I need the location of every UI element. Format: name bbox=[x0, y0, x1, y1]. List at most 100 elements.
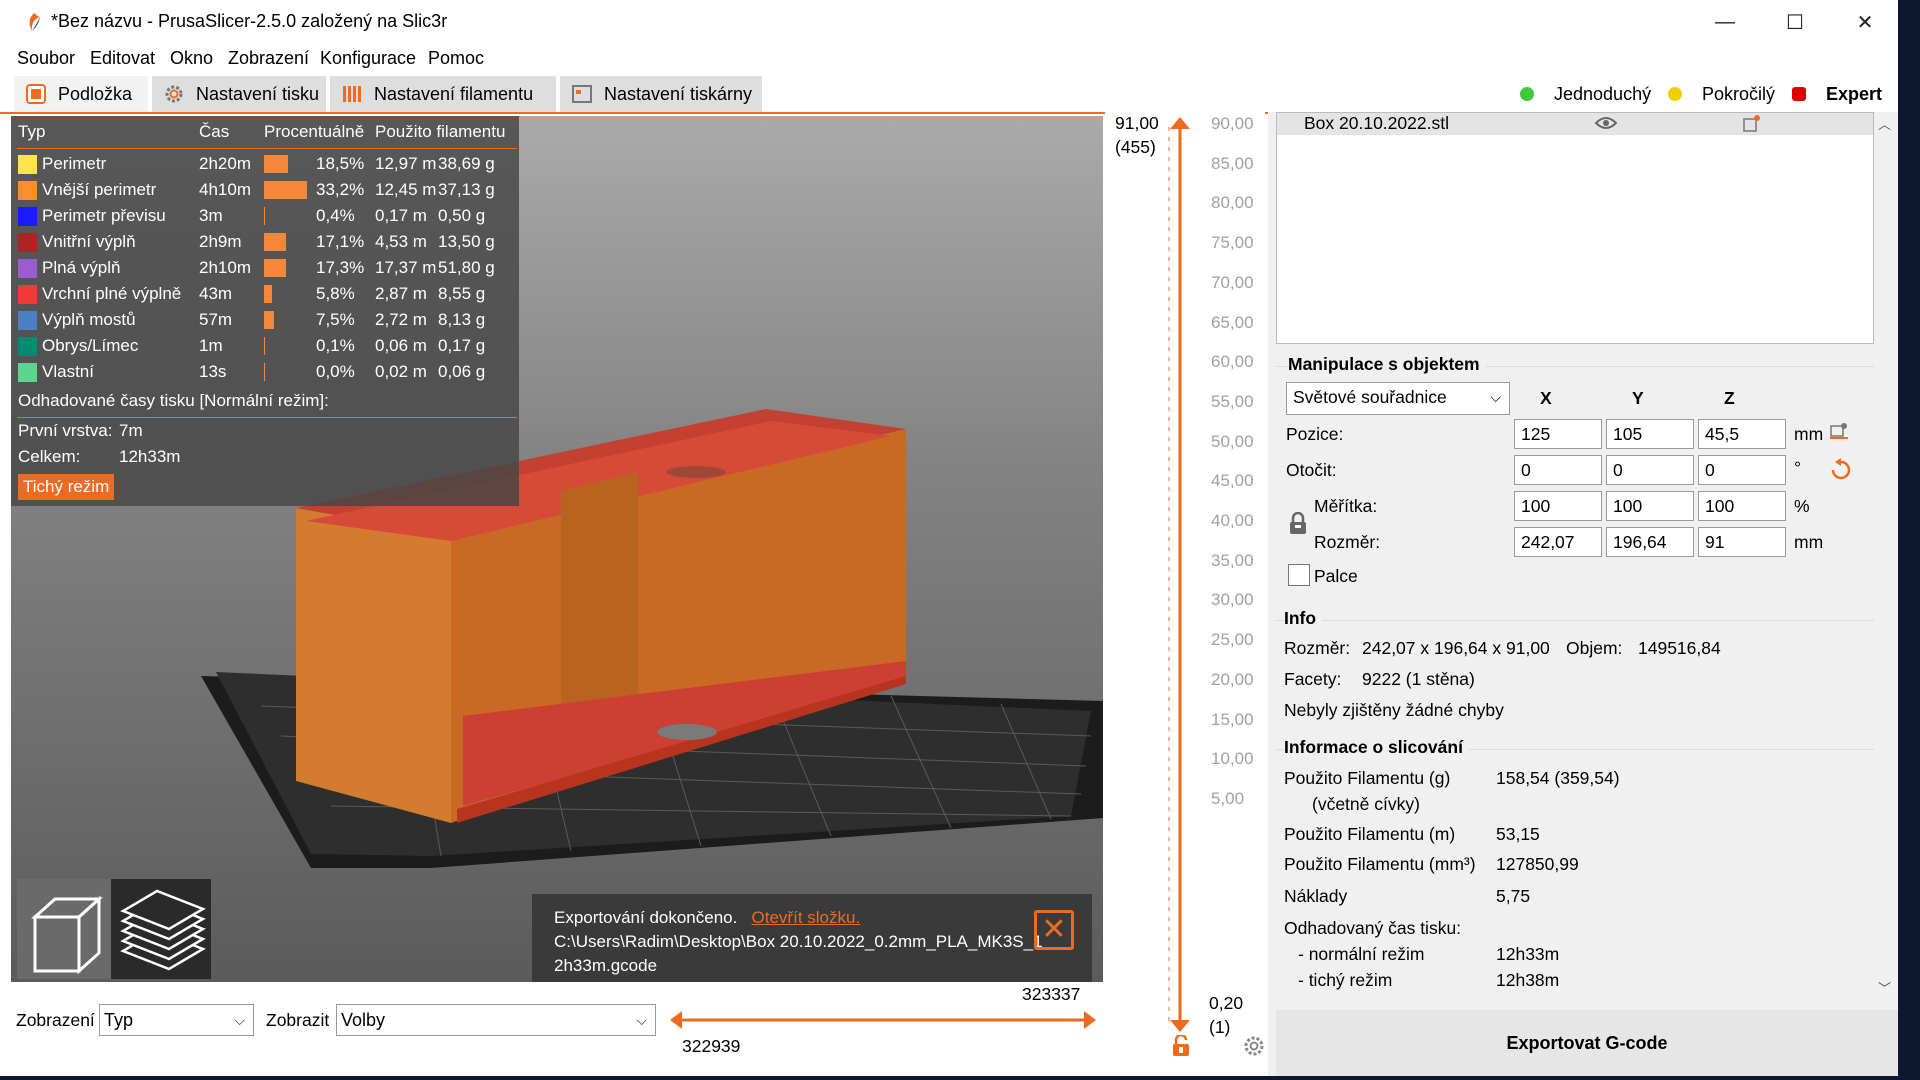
drop-to-bed-icon[interactable] bbox=[1830, 422, 1848, 440]
legend-header-percent: Procentuálně bbox=[264, 122, 365, 141]
show-label: Zobrazit bbox=[266, 1010, 330, 1030]
view-type-select[interactable]: Typ ⌵ bbox=[99, 1004, 254, 1036]
menu-editovat[interactable]: Editovat bbox=[90, 48, 155, 69]
horizontal-move-slider[interactable] bbox=[668, 1007, 1098, 1033]
inches-label: Palce bbox=[1314, 566, 1358, 586]
printer-icon bbox=[572, 84, 592, 104]
position-y-input[interactable]: 105 bbox=[1606, 419, 1694, 449]
tab-print-settings[interactable]: Nastavení tisku bbox=[152, 76, 326, 112]
legend-percent-bar bbox=[264, 285, 272, 303]
slicing-info-label: Použito Filamentu (g) bbox=[1284, 768, 1451, 788]
plater-icon bbox=[26, 84, 46, 104]
legend-row: Vrchní plné výplně 43m 5,8% 2,87 m 8,55 g bbox=[11, 282, 519, 308]
reset-rotation-icon[interactable] bbox=[1830, 458, 1852, 482]
tab-printer-settings[interactable]: Nastavení tiskárny bbox=[560, 76, 762, 112]
export-notification: Exportování dokončeno. Otevřít složku. C… bbox=[532, 894, 1092, 982]
position-x-input[interactable]: 125 bbox=[1514, 419, 1602, 449]
eye-icon[interactable] bbox=[1595, 115, 1617, 131]
export-gcode-button[interactable]: Exportovat G-code bbox=[1276, 1010, 1898, 1076]
object-list-row[interactable]: Box 20.10.2022.stl bbox=[1277, 113, 1873, 135]
legend-row: Vnější perimetr 4h10m 33,2% 12,45 m 37,13 g bbox=[11, 178, 519, 204]
layers-icon bbox=[120, 889, 206, 971]
3d-viewport[interactable]: Typ Čas Procentuálně Použito filamentu P… bbox=[11, 116, 1103, 982]
mode-expert[interactable]: Expert bbox=[1792, 80, 1882, 108]
size-z-input[interactable]: 91 bbox=[1698, 527, 1786, 557]
layer-slider-track bbox=[1168, 117, 1190, 1032]
legend-row: Obrys/Límec 1m 0,1% 0,06 m 0,17 g bbox=[11, 334, 519, 360]
rotate-x-input[interactable]: 0 bbox=[1514, 455, 1602, 485]
hslider-lower-value: 322939 bbox=[682, 1036, 741, 1056]
scroll-down-icon[interactable]: ﹀ bbox=[1878, 978, 1891, 997]
mode-dot-icon bbox=[1520, 87, 1534, 101]
hslider-upper-value: 323337 bbox=[1022, 984, 1081, 1004]
legend-color-swatch bbox=[18, 181, 37, 200]
sidebar-panel: Box 20.10.2022.stl Manipulace s objektem… bbox=[1268, 112, 1898, 1076]
legend-time: 2h9m bbox=[199, 232, 242, 251]
maximize-button[interactable]: ☐ bbox=[1760, 0, 1830, 45]
minimize-button[interactable]: — bbox=[1690, 0, 1760, 45]
legend-divider bbox=[17, 148, 517, 149]
chevron-down-icon: ⌵ bbox=[1490, 389, 1501, 405]
close-button[interactable]: ✕ bbox=[1830, 0, 1898, 45]
mode-simple[interactable]: Jednoduchý bbox=[1520, 80, 1651, 108]
layer-tick-label: 20,00 bbox=[1211, 669, 1254, 689]
position-z-input[interactable]: 45,5 bbox=[1698, 419, 1786, 449]
legend-percent-bar bbox=[264, 181, 307, 199]
sidebar-scrollbar[interactable]: ︿ ﹀ bbox=[1874, 112, 1896, 1002]
silent-mode-button[interactable]: Tichý režim bbox=[18, 474, 115, 500]
menu-pomoc[interactable]: Pomoc bbox=[428, 48, 484, 69]
scale-y-input[interactable]: 100 bbox=[1606, 491, 1694, 521]
legend-color-swatch bbox=[18, 363, 37, 382]
object-name: Box 20.10.2022.stl bbox=[1304, 113, 1449, 133]
mode-advanced[interactable]: Pokročilý bbox=[1668, 80, 1775, 108]
maximize-icon: ☐ bbox=[1786, 12, 1804, 34]
position-unit: mm bbox=[1794, 424, 1824, 444]
menu-soubor[interactable]: Soubor bbox=[17, 48, 75, 69]
menu-zobrazeni[interactable]: Zobrazení bbox=[228, 48, 309, 69]
menu-konfigurace[interactable]: Konfigurace bbox=[320, 48, 416, 69]
scale-x-input[interactable]: 100 bbox=[1514, 491, 1602, 521]
layer-slider[interactable]: 91,00 (455) 90,00 85,00 80,00 75,00 70,00 65,… bbox=[1105, 105, 1265, 1070]
scroll-up-icon[interactable]: ︿ bbox=[1878, 114, 1891, 133]
slicing-info-value: 12h33m bbox=[1496, 944, 1560, 964]
close-icon: ✕ bbox=[1041, 913, 1067, 946]
object-list[interactable]: Box 20.10.2022.stl bbox=[1276, 112, 1874, 344]
object-settings-icon[interactable] bbox=[1743, 114, 1761, 132]
size-y-input[interactable]: 196,64 bbox=[1606, 527, 1694, 557]
legend-pct: 0,0% bbox=[316, 362, 355, 381]
inches-checkbox[interactable] bbox=[1288, 564, 1310, 586]
legend-percent-bar bbox=[264, 207, 265, 225]
legend-panel: Typ Čas Procentuálně Použito filamentu P… bbox=[11, 116, 519, 506]
tab-plater[interactable]: Podložka bbox=[14, 76, 148, 112]
chevron-down-icon: ⌵ bbox=[636, 1012, 647, 1028]
unlock-icon[interactable] bbox=[1171, 1035, 1191, 1057]
settings-cog-icon[interactable] bbox=[1243, 1035, 1265, 1057]
scale-label: Měřítka: bbox=[1314, 496, 1378, 516]
legend-len: 17,37 m bbox=[375, 258, 437, 277]
show-options-select[interactable]: Volby ⌵ bbox=[336, 1004, 656, 1036]
close-notification-button[interactable]: ✕ bbox=[1034, 910, 1074, 950]
lock-icon[interactable] bbox=[1288, 512, 1308, 536]
open-folder-link[interactable]: Otevřít složku. bbox=[752, 908, 861, 927]
layer-bottom-height: 0,20 bbox=[1209, 993, 1244, 1013]
legend-type: Vnitřní výplň bbox=[42, 232, 136, 251]
3d-view-button[interactable] bbox=[17, 879, 117, 979]
slicing-info-value: 53,15 bbox=[1496, 824, 1540, 844]
first-layer-value: 7m bbox=[119, 421, 143, 440]
export-message: Exportování dokončeno. bbox=[554, 908, 738, 927]
legend-time: 2h20m bbox=[199, 154, 251, 173]
layer-tick-label: 15,00 bbox=[1211, 709, 1254, 729]
legend-row: Plná výplň 2h10m 17,3% 17,37 m 51,80 g bbox=[11, 256, 519, 282]
rotate-y-input[interactable]: 0 bbox=[1606, 455, 1694, 485]
coordinate-system-select[interactable]: Světové souřadnice ⌵ bbox=[1286, 382, 1510, 415]
size-x-input[interactable]: 242,07 bbox=[1514, 527, 1602, 557]
tab-filament-settings[interactable]: Nastavení filamentu bbox=[330, 76, 556, 112]
rotate-z-input[interactable]: 0 bbox=[1698, 455, 1786, 485]
scale-z-input[interactable]: 100 bbox=[1698, 491, 1786, 521]
layer-top-index: (455) bbox=[1115, 137, 1156, 157]
slicing-info-title: Informace o slicování bbox=[1284, 737, 1469, 758]
menu-okno[interactable]: Okno bbox=[170, 48, 213, 69]
preview-layers-button[interactable] bbox=[111, 879, 211, 979]
legend-weight: 0,06 g bbox=[438, 362, 486, 381]
slicing-info-label: - normální režim bbox=[1298, 944, 1425, 964]
